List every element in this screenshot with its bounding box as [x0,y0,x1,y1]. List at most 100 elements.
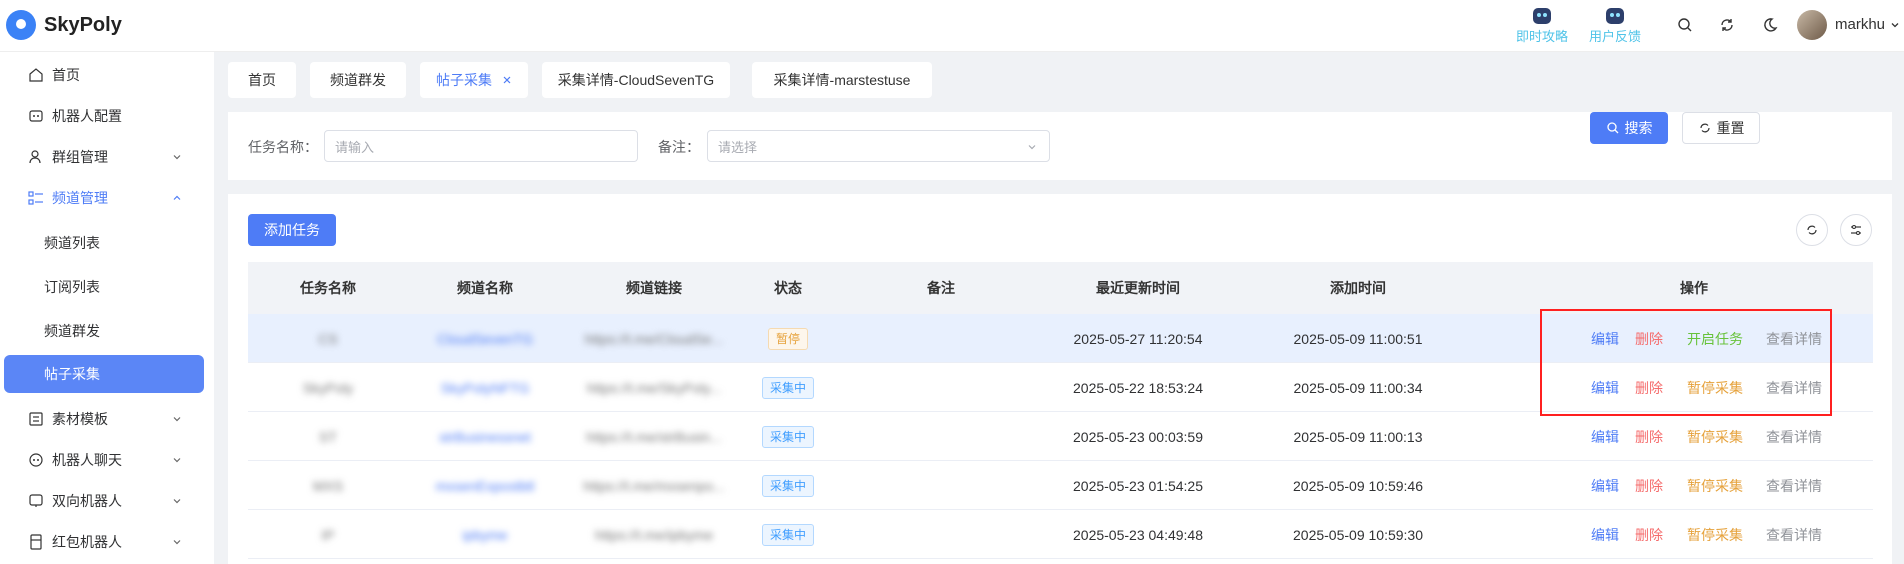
tab-collection-detail-cloudseventg[interactable]: 采集详情-CloudSevenTG [542,62,730,98]
sidebar-item-red-packet-robot[interactable]: 红包机器人 [0,522,214,562]
chevron-down-icon [173,540,181,545]
sidebar-item-group-management[interactable]: 群组管理 [0,137,214,177]
remark-placeholder: 请选择 [718,139,758,155]
view-details-link[interactable]: 查看详情 [1766,412,1822,461]
column-header: 状态 [774,280,802,296]
sidebar-item-subscription-list[interactable]: 订阅列表 [0,267,214,307]
pause-collection-link[interactable]: 暂停采集 [1687,412,1743,461]
delete-link[interactable]: 删除 [1635,461,1663,510]
cell-channel-name[interactable]: CloudSevenTG [400,314,570,363]
sidebar-item-channel-list[interactable]: 频道列表 [0,223,214,263]
cell-channel-name[interactable]: ipbyme [400,510,570,559]
search-button[interactable]: 搜索 [1590,112,1668,144]
tab-post-collection[interactable]: 帖子采集 [420,62,528,98]
remark-label: 备注： [658,139,700,155]
users-icon [29,150,41,164]
feedback-link[interactable]: 用户反馈 [1585,8,1645,45]
delete-link[interactable]: 删除 [1635,412,1663,461]
cell-updated-time: 2025-05-23 00:03:59 [1073,428,1203,445]
cell-channel-link[interactable]: https://t.me/strBusin... [578,412,730,461]
sidebar-item-two-way-robot[interactable]: 双向机器人 [0,481,214,521]
view-details-link[interactable]: 查看详情 [1766,510,1822,559]
sidebar-item-home[interactable]: 首页 [0,55,214,95]
table-row: IP ipbyme https://t.me/ipbyme 采集中 2025-05-23… [248,510,1873,559]
cell-remark [848,363,1034,412]
sidebar-item-post-collection[interactable]: 帖子采集 [4,355,204,393]
edit-link[interactable]: 编辑 [1591,461,1619,510]
refresh-table-button[interactable] [1796,214,1828,246]
cell-channel-link[interactable]: https://t.me/SkyPoly... [578,363,730,412]
feedback-link-label: 用户反馈 [1588,29,1641,44]
cell-remark [848,461,1034,510]
list-icon [28,191,43,205]
view-details-link[interactable]: 查看详情 [1766,461,1822,510]
sidebar-item-robot-config[interactable]: 机器人配置 [0,96,214,136]
sidebar-item-channel-management[interactable]: 频道管理 [0,178,214,218]
home-icon [29,68,43,82]
task-name-input[interactable]: 请输入 [324,130,638,162]
pause-collection-link[interactable]: 暂停采集 [1687,510,1743,559]
column-header: 操作 [1680,280,1708,296]
cell-channel-link[interactable]: https://t.me/CloudSe... [578,314,730,363]
moon-icon[interactable] [1760,16,1778,34]
edit-link[interactable]: 编辑 [1591,510,1619,559]
tab-channel-broadcast[interactable]: 频道群发 [310,62,406,98]
cell-channel-link[interactable]: https://t.me/ipbyme [578,510,730,559]
refresh-icon [1807,225,1817,235]
task-name-placeholder: 请输入 [335,139,375,155]
close-icon[interactable] [502,75,512,85]
sidebar-item-channel-broadcast[interactable]: 频道群发 [0,311,214,351]
avatar[interactable] [1797,10,1827,40]
cell-channel-name[interactable]: strBusinessnet [400,412,570,461]
cell-task-name: IP [321,526,335,543]
remark-select[interactable]: 请选择 [707,130,1050,162]
chevron-down-icon[interactable] [1890,20,1900,30]
cell-channel-name[interactable]: SkyPolyNFTG [400,363,570,412]
table-row: ST strBusinessnet https://t.me/strBusin...… [248,412,1873,461]
highlight-box [1540,309,1832,416]
tab-collection-detail-marstestuse[interactable]: 采集详情-marstestuse [752,62,932,98]
cell-status: 采集中 [728,510,848,559]
edit-link[interactable]: 编辑 [1591,412,1619,461]
sidebar-item-label: 机器人配置 [52,108,122,124]
delete-link[interactable]: 删除 [1635,510,1663,559]
cell-status: 暂停 [728,314,848,363]
refresh-icon [1699,123,1710,133]
cell-updated-time: 2025-05-23 01:54:25 [1073,477,1203,494]
pause-collection-link[interactable]: 暂停采集 [1687,461,1743,510]
sidebar-item-label: 双向机器人 [52,493,122,509]
sidebar-item-label: 频道群发 [44,323,100,339]
username[interactable]: markhu [1835,16,1885,33]
cell-status: 采集中 [728,363,848,412]
cell-task-name: MXS [312,477,344,494]
cell-remark [848,510,1034,559]
robot-icon [1606,8,1624,24]
refresh-icon[interactable] [1718,16,1736,34]
cell-channel-name[interactable]: mxsenExpostbtl [400,461,570,510]
sidebar-item-label: 素材模板 [52,411,108,427]
status-badge: 采集中 [761,474,814,497]
cell-task-name: ST [319,428,337,445]
sidebar-item-robot-chat[interactable]: 机器人聊天 [0,440,214,480]
sidebar-item-material-template[interactable]: 素材模板 [0,399,214,439]
brand[interactable]: SkyPoly [6,10,122,40]
cell-added-time: 2025-05-09 10:59:30 [1293,526,1423,543]
add-task-button[interactable]: 添加任务 [248,214,336,246]
search-icon[interactable] [1676,16,1694,34]
reset-button[interactable]: 重置 [1682,112,1760,144]
two-way-bot-icon [29,494,43,507]
sidebar-item-label: 帖子采集 [44,366,100,382]
sidebar: 首页 机器人配置 群组管理 频道管理 频道列表 订阅列表 频道群发 帖子采集 素… [0,52,214,564]
status-badge: 采集中 [761,425,814,448]
column-settings-button[interactable] [1840,214,1872,246]
cell-channel-link[interactable]: https://t.me/mxsenpo... [578,461,730,510]
chevron-up-icon [173,195,181,200]
cell-updated-time: 2025-05-23 04:49:48 [1073,526,1203,543]
guide-link[interactable]: 即时攻略 [1512,8,1572,45]
column-header: 频道链接 [626,280,682,296]
table-row: MXS mxsenExpostbtl https://t.me/mxsenpo...… [248,461,1873,510]
sidebar-item-label: 群组管理 [52,149,108,165]
tab-home[interactable]: 首页 [228,62,296,98]
sliders-icon [1851,225,1861,235]
brand-logo-icon [6,10,36,40]
